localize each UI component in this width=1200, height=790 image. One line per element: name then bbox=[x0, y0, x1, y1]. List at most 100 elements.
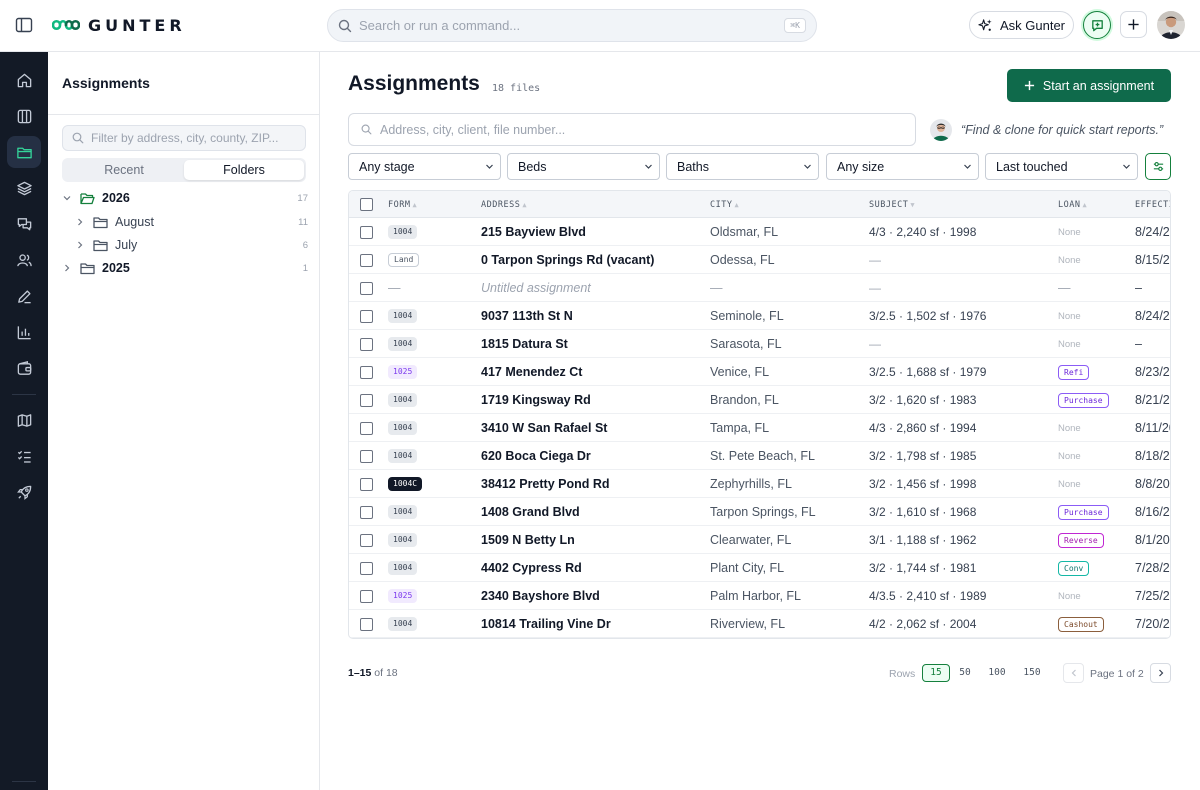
city-cell: — bbox=[710, 281, 723, 295]
address-cell: 620 Boca Ciega Dr bbox=[481, 449, 591, 463]
chevron-down-icon bbox=[1122, 162, 1131, 171]
layers-nav-button[interactable] bbox=[7, 172, 41, 204]
column-header-address[interactable]: ADDRESS ▲ bbox=[481, 200, 527, 210]
start-assignment-button[interactable]: Start an assignment bbox=[1007, 69, 1171, 102]
column-header-effective[interactable]: EFFECTIVE bbox=[1135, 200, 1170, 210]
user-avatar[interactable] bbox=[1157, 11, 1185, 39]
tasks-nav-button[interactable] bbox=[7, 440, 41, 472]
global-search-input[interactable] bbox=[359, 18, 785, 33]
row-checkbox[interactable] bbox=[360, 478, 373, 491]
filter-settings-button[interactable] bbox=[1145, 153, 1171, 180]
loan-badge: Conv bbox=[1058, 561, 1090, 576]
effective-date-cell: 8/24/2026 bbox=[1135, 309, 1170, 323]
clients-nav-button[interactable] bbox=[7, 244, 41, 276]
row-checkbox[interactable] bbox=[360, 534, 373, 547]
row-checkbox[interactable] bbox=[360, 254, 373, 267]
beds-filter-select[interactable]: Beds bbox=[507, 153, 660, 180]
tab-folders[interactable]: Folders bbox=[184, 160, 304, 180]
table-row[interactable]: — Untitled assignment — — — – bbox=[349, 274, 1170, 302]
chevron-down-icon bbox=[963, 162, 972, 171]
map-nav-button[interactable] bbox=[7, 404, 41, 436]
chevron-down-icon[interactable] bbox=[62, 193, 72, 203]
row-checkbox[interactable] bbox=[360, 562, 373, 575]
size-filter-select[interactable]: Any size bbox=[826, 153, 979, 180]
row-checkbox[interactable] bbox=[360, 422, 373, 435]
brand-logo[interactable]: GUNTER bbox=[52, 14, 186, 36]
chat-bubbles-icon bbox=[16, 216, 33, 233]
new-chat-button[interactable] bbox=[1083, 11, 1111, 39]
table-row[interactable]: 1004 3410 W San Rafael St Tampa, FL 4/3 · 2… bbox=[349, 414, 1170, 442]
column-header-form[interactable]: FORM ▲ bbox=[388, 200, 417, 210]
table-row[interactable]: 1004 9037 113th St N Seminole, FL 3/2.5 · 1… bbox=[349, 302, 1170, 330]
launch-nav-button[interactable] bbox=[7, 476, 41, 508]
table-header: FORM ▲ ADDRESS ▲ CITY ▲ SUBJECT ▼ LOAN ▲ EFFE… bbox=[349, 191, 1170, 218]
table-row[interactable]: 1004 215 Bayview Blvd Oldsmar, FL 4/3 · 2,2… bbox=[349, 218, 1170, 246]
folder-july[interactable]: July 6 bbox=[62, 234, 308, 256]
table-row[interactable]: 1004 1719 Kingsway Rd Brandon, FL 3/2 · 1,6… bbox=[349, 386, 1170, 414]
tab-recent[interactable]: Recent bbox=[64, 160, 184, 180]
table-row[interactable]: 1004 1815 Datura St Sarasota, FL — None – bbox=[349, 330, 1170, 358]
folder-2026[interactable]: 2026 17 bbox=[62, 187, 308, 209]
row-checkbox[interactable] bbox=[360, 226, 373, 239]
folder-2025[interactable]: 2025 1 bbox=[62, 257, 308, 279]
table-row[interactable]: 1004 4402 Cypress Rd Plant City, FL 3/2 · 1… bbox=[349, 554, 1170, 582]
sidebar-toggle-icon[interactable] bbox=[14, 15, 34, 35]
row-checkbox[interactable] bbox=[360, 310, 373, 323]
city-cell: Odessa, FL bbox=[710, 253, 775, 267]
assignment-search-input[interactable] bbox=[380, 122, 903, 137]
column-header-subject[interactable]: SUBJECT ▼ bbox=[869, 200, 915, 210]
subject-cell: 4/3 · 2,860 sf · 1994 bbox=[869, 421, 977, 435]
effective-date-cell: 8/24/2026 bbox=[1135, 225, 1170, 239]
row-checkbox[interactable] bbox=[360, 366, 373, 379]
column-header-city[interactable]: CITY ▲ bbox=[710, 200, 739, 210]
create-new-button[interactable] bbox=[1120, 11, 1147, 38]
chevron-right-icon[interactable] bbox=[75, 217, 85, 227]
wallet-nav-button[interactable] bbox=[7, 352, 41, 384]
reports-nav-button[interactable] bbox=[7, 316, 41, 348]
panel-filter-input[interactable] bbox=[91, 131, 296, 145]
assignment-search-field[interactable] bbox=[348, 113, 916, 146]
rows-option-15[interactable]: 15 bbox=[922, 664, 950, 682]
chevron-right-icon[interactable] bbox=[62, 263, 72, 273]
row-checkbox[interactable] bbox=[360, 506, 373, 519]
table-row[interactable]: 1025 2340 Bayshore Blvd Palm Harbor, FL 4/3… bbox=[349, 582, 1170, 610]
rows-option-50[interactable]: 50 bbox=[953, 664, 977, 682]
columns-icon bbox=[16, 108, 33, 125]
table-row[interactable]: 1004 10814 Trailing Vine Dr Riverview, FL 4… bbox=[349, 610, 1170, 638]
subject-cell: 3/2.5 · 1,502 sf · 1976 bbox=[869, 309, 987, 323]
board-nav-button[interactable] bbox=[7, 100, 41, 132]
prev-page-button[interactable] bbox=[1063, 663, 1084, 683]
ask-gunter-button[interactable]: Ask Gunter bbox=[969, 11, 1074, 39]
assignments-nav-button[interactable] bbox=[7, 136, 41, 168]
folder-august[interactable]: August 11 bbox=[62, 211, 308, 233]
chevron-right-icon[interactable] bbox=[75, 240, 85, 250]
column-header-loan[interactable]: LOAN ▲ bbox=[1058, 200, 1087, 210]
table-row[interactable]: 1004 620 Boca Ciega Dr St. Pete Beach, FL 3… bbox=[349, 442, 1170, 470]
table-row[interactable]: 1025 417 Menendez Ct Venice, FL 3/2.5 · 1,6… bbox=[349, 358, 1170, 386]
sort-select[interactable]: Last touched bbox=[985, 153, 1138, 180]
table-row[interactable]: 1004C 38412 Pretty Pond Rd Zephyrhills, FL… bbox=[349, 470, 1170, 498]
table-row[interactable]: Land 0 Tarpon Springs Rd (vacant) Odessa, … bbox=[349, 246, 1170, 274]
row-checkbox[interactable] bbox=[360, 590, 373, 603]
rows-option-100[interactable]: 100 bbox=[983, 664, 1011, 682]
row-checkbox[interactable] bbox=[360, 338, 373, 351]
edit-nav-button[interactable] bbox=[7, 280, 41, 312]
loan-cell: None bbox=[1058, 311, 1081, 322]
global-search-bar[interactable]: ⌘K bbox=[327, 9, 817, 42]
stage-filter-select[interactable]: Any stage bbox=[348, 153, 501, 180]
row-checkbox[interactable] bbox=[360, 450, 373, 463]
panel-filter-field[interactable] bbox=[62, 125, 306, 151]
next-page-button[interactable] bbox=[1150, 663, 1171, 683]
rows-option-150[interactable]: 150 bbox=[1018, 664, 1046, 682]
select-all-checkbox[interactable] bbox=[360, 198, 373, 211]
home-nav-button[interactable] bbox=[7, 64, 41, 96]
messages-nav-button[interactable] bbox=[7, 208, 41, 240]
baths-filter-select[interactable]: Baths bbox=[666, 153, 819, 180]
row-checkbox[interactable] bbox=[360, 282, 373, 295]
home-icon bbox=[16, 72, 33, 89]
row-checkbox[interactable] bbox=[360, 394, 373, 407]
row-checkbox[interactable] bbox=[360, 618, 373, 631]
form-badge: 1004C bbox=[388, 477, 423, 491]
table-row[interactable]: 1004 1509 N Betty Ln Clearwater, FL 3/1 · 1… bbox=[349, 526, 1170, 554]
table-row[interactable]: 1004 1408 Grand Blvd Tarpon Springs, FL 3/2… bbox=[349, 498, 1170, 526]
